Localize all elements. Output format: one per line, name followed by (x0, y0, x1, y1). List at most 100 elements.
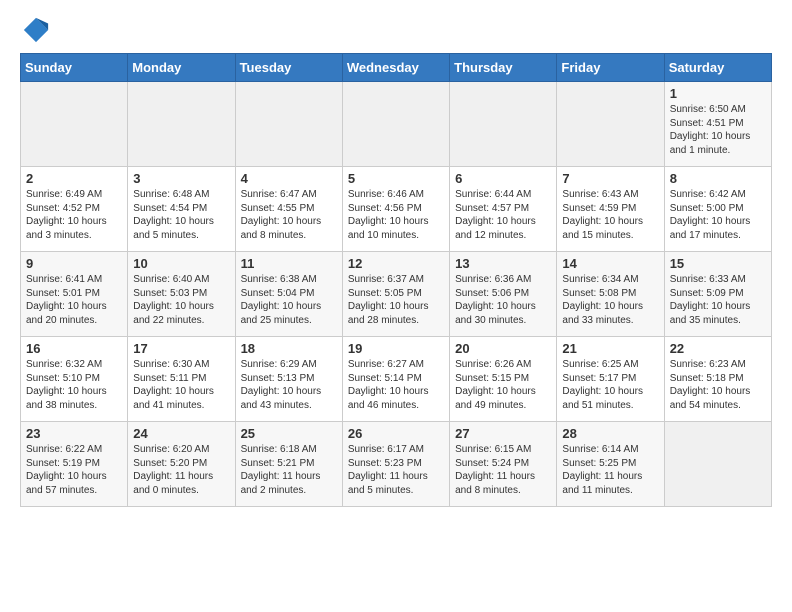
calendar-cell: 3 Sunrise: 6:48 AM Sunset: 4:54 PM Daylig… (128, 167, 235, 252)
calendar-cell: 13Sunrise: 6:36 AM Sunset: 5:06 PM Dayli… (450, 252, 557, 337)
calendar-cell: 17 Sunrise: 6:30 AM Sunset: 5:11 PM Dayli… (128, 337, 235, 422)
logo-icon (22, 16, 50, 44)
day-number: 1 (670, 86, 766, 101)
calendar-table: SundayMondayTuesdayWednesdayThursdayFrid… (20, 53, 772, 507)
calendar-cell: 19 Sunrise: 6:27 AM Sunset: 5:14 PM Dayli… (342, 337, 449, 422)
day-number: 3 (133, 171, 229, 186)
calendar-cell: 24 Sunrise: 6:20 AM Sunset: 5:20 PM Dayli… (128, 422, 235, 507)
day-number: 24 (133, 426, 229, 441)
calendar-cell: 27 Sunrise: 6:15 AM Sunset: 5:24 PM Dayli… (450, 422, 557, 507)
day-info: Sunrise: 6:17 AM Sunset: 5:23 PM Dayligh… (348, 443, 444, 497)
day-number: 7 (562, 171, 658, 186)
day-number: 4 (241, 171, 337, 186)
day-info: Sunrise: 6:48 AM Sunset: 4:54 PM Dayligh… (133, 188, 229, 242)
calendar-cell: 9 Sunrise: 6:41 AM Sunset: 5:01 PM Daylig… (21, 252, 128, 337)
day-number: 12 (348, 256, 444, 271)
calendar-cell: 22 Sunrise: 6:23 AM Sunset: 5:18 PM Dayli… (664, 337, 771, 422)
calendar-cell: 12 Sunrise: 6:37 AM Sunset: 5:05 PM Dayli… (342, 252, 449, 337)
day-number: 25 (241, 426, 337, 441)
calendar-cell (128, 82, 235, 167)
day-info: Sunrise: 6:20 AM Sunset: 5:20 PM Dayligh… (133, 443, 229, 497)
calendar-cell (342, 82, 449, 167)
calendar-cell: 6 Sunrise: 6:44 AM Sunset: 4:57 PM Daylig… (450, 167, 557, 252)
day-number: 19 (348, 341, 444, 356)
calendar-cell (235, 82, 342, 167)
calendar-week-row: 9 Sunrise: 6:41 AM Sunset: 5:01 PM Daylig… (21, 252, 772, 337)
calendar-cell: 1 Sunrise: 6:50 AM Sunset: 4:51 PM Daylig… (664, 82, 771, 167)
day-number: 16 (26, 341, 122, 356)
day-number: 23 (26, 426, 122, 441)
day-number: 27 (455, 426, 551, 441)
day-info: Sunrise: 6:44 AM Sunset: 4:57 PM Dayligh… (455, 188, 551, 242)
day-number: 14 (562, 256, 658, 271)
day-info: Sunrise: 6:32 AM Sunset: 5:10 PM Dayligh… (26, 358, 122, 412)
day-number: 22 (670, 341, 766, 356)
day-number: 20 (455, 341, 551, 356)
day-info: Sunrise: 6:37 AM Sunset: 5:05 PM Dayligh… (348, 273, 444, 327)
day-info: Sunrise: 6:49 AM Sunset: 4:52 PM Dayligh… (26, 188, 122, 242)
day-info: Sunrise: 6:34 AM Sunset: 5:08 PM Dayligh… (562, 273, 658, 327)
calendar-cell: 18Sunrise: 6:29 AM Sunset: 5:13 PM Dayli… (235, 337, 342, 422)
calendar-cell: 11 Sunrise: 6:38 AM Sunset: 5:04 PM Dayli… (235, 252, 342, 337)
day-of-week-sunday: Sunday (21, 54, 128, 82)
day-number: 10 (133, 256, 229, 271)
day-number: 2 (26, 171, 122, 186)
day-info: Sunrise: 6:47 AM Sunset: 4:55 PM Dayligh… (241, 188, 337, 242)
logo (20, 20, 50, 43)
day-info: Sunrise: 6:40 AM Sunset: 5:03 PM Dayligh… (133, 273, 229, 327)
calendar-cell: 8Sunrise: 6:42 AM Sunset: 5:00 PM Daylig… (664, 167, 771, 252)
day-info: Sunrise: 6:27 AM Sunset: 5:14 PM Dayligh… (348, 358, 444, 412)
day-info: Sunrise: 6:23 AM Sunset: 5:18 PM Dayligh… (670, 358, 766, 412)
day-number: 28 (562, 426, 658, 441)
day-info: Sunrise: 6:30 AM Sunset: 5:11 PM Dayligh… (133, 358, 229, 412)
calendar-cell: 15 Sunrise: 6:33 AM Sunset: 5:09 PM Dayli… (664, 252, 771, 337)
day-info: Sunrise: 6:22 AM Sunset: 5:19 PM Dayligh… (26, 443, 122, 497)
calendar-cell (557, 82, 664, 167)
calendar-cell: 20 Sunrise: 6:26 AM Sunset: 5:15 PM Dayli… (450, 337, 557, 422)
day-number: 15 (670, 256, 766, 271)
day-info: Sunrise: 6:25 AM Sunset: 5:17 PM Dayligh… (562, 358, 658, 412)
day-number: 5 (348, 171, 444, 186)
calendar-cell: 25 Sunrise: 6:18 AM Sunset: 5:21 PM Dayli… (235, 422, 342, 507)
day-number: 6 (455, 171, 551, 186)
calendar-cell: 23 Sunrise: 6:22 AM Sunset: 5:19 PM Dayli… (21, 422, 128, 507)
day-info: Sunrise: 6:18 AM Sunset: 5:21 PM Dayligh… (241, 443, 337, 497)
calendar-week-row: 16 Sunrise: 6:32 AM Sunset: 5:10 PM Dayli… (21, 337, 772, 422)
calendar-cell: 10 Sunrise: 6:40 AM Sunset: 5:03 PM Dayli… (128, 252, 235, 337)
day-info: Sunrise: 6:41 AM Sunset: 5:01 PM Dayligh… (26, 273, 122, 327)
calendar-cell: 5 Sunrise: 6:46 AM Sunset: 4:56 PM Daylig… (342, 167, 449, 252)
calendar-cell (664, 422, 771, 507)
day-info: Sunrise: 6:33 AM Sunset: 5:09 PM Dayligh… (670, 273, 766, 327)
day-info: Sunrise: 6:14 AM Sunset: 5:25 PM Dayligh… (562, 443, 658, 497)
calendar-cell: 14 Sunrise: 6:34 AM Sunset: 5:08 PM Dayli… (557, 252, 664, 337)
day-of-week-saturday: Saturday (664, 54, 771, 82)
day-number: 18 (241, 341, 337, 356)
day-number: 26 (348, 426, 444, 441)
day-of-week-tuesday: Tuesday (235, 54, 342, 82)
day-info: Sunrise: 6:26 AM Sunset: 5:15 PM Dayligh… (455, 358, 551, 412)
day-number: 11 (241, 256, 337, 271)
calendar-cell: 21 Sunrise: 6:25 AM Sunset: 5:17 PM Dayli… (557, 337, 664, 422)
day-number: 17 (133, 341, 229, 356)
calendar-cell: 26 Sunrise: 6:17 AM Sunset: 5:23 PM Dayli… (342, 422, 449, 507)
calendar-cell: 4 Sunrise: 6:47 AM Sunset: 4:55 PM Daylig… (235, 167, 342, 252)
day-of-week-wednesday: Wednesday (342, 54, 449, 82)
day-of-week-friday: Friday (557, 54, 664, 82)
day-info: Sunrise: 6:46 AM Sunset: 4:56 PM Dayligh… (348, 188, 444, 242)
day-info: Sunrise: 6:15 AM Sunset: 5:24 PM Dayligh… (455, 443, 551, 497)
day-info: Sunrise: 6:38 AM Sunset: 5:04 PM Dayligh… (241, 273, 337, 327)
calendar-cell (450, 82, 557, 167)
day-number: 9 (26, 256, 122, 271)
calendar-week-row: 2 Sunrise: 6:49 AM Sunset: 4:52 PM Daylig… (21, 167, 772, 252)
calendar-cell: 16 Sunrise: 6:32 AM Sunset: 5:10 PM Dayli… (21, 337, 128, 422)
day-info: Sunrise: 6:36 AM Sunset: 5:06 PM Dayligh… (455, 273, 551, 327)
day-info: Sunrise: 6:43 AM Sunset: 4:59 PM Dayligh… (562, 188, 658, 242)
day-number: 8 (670, 171, 766, 186)
calendar-week-row: 1 Sunrise: 6:50 AM Sunset: 4:51 PM Daylig… (21, 82, 772, 167)
calendar-header-row: SundayMondayTuesdayWednesdayThursdayFrid… (21, 54, 772, 82)
day-of-week-monday: Monday (128, 54, 235, 82)
day-info: Sunrise: 6:50 AM Sunset: 4:51 PM Dayligh… (670, 103, 766, 157)
calendar-week-row: 23 Sunrise: 6:22 AM Sunset: 5:19 PM Dayli… (21, 422, 772, 507)
calendar-cell: 7 Sunrise: 6:43 AM Sunset: 4:59 PM Daylig… (557, 167, 664, 252)
day-number: 21 (562, 341, 658, 356)
